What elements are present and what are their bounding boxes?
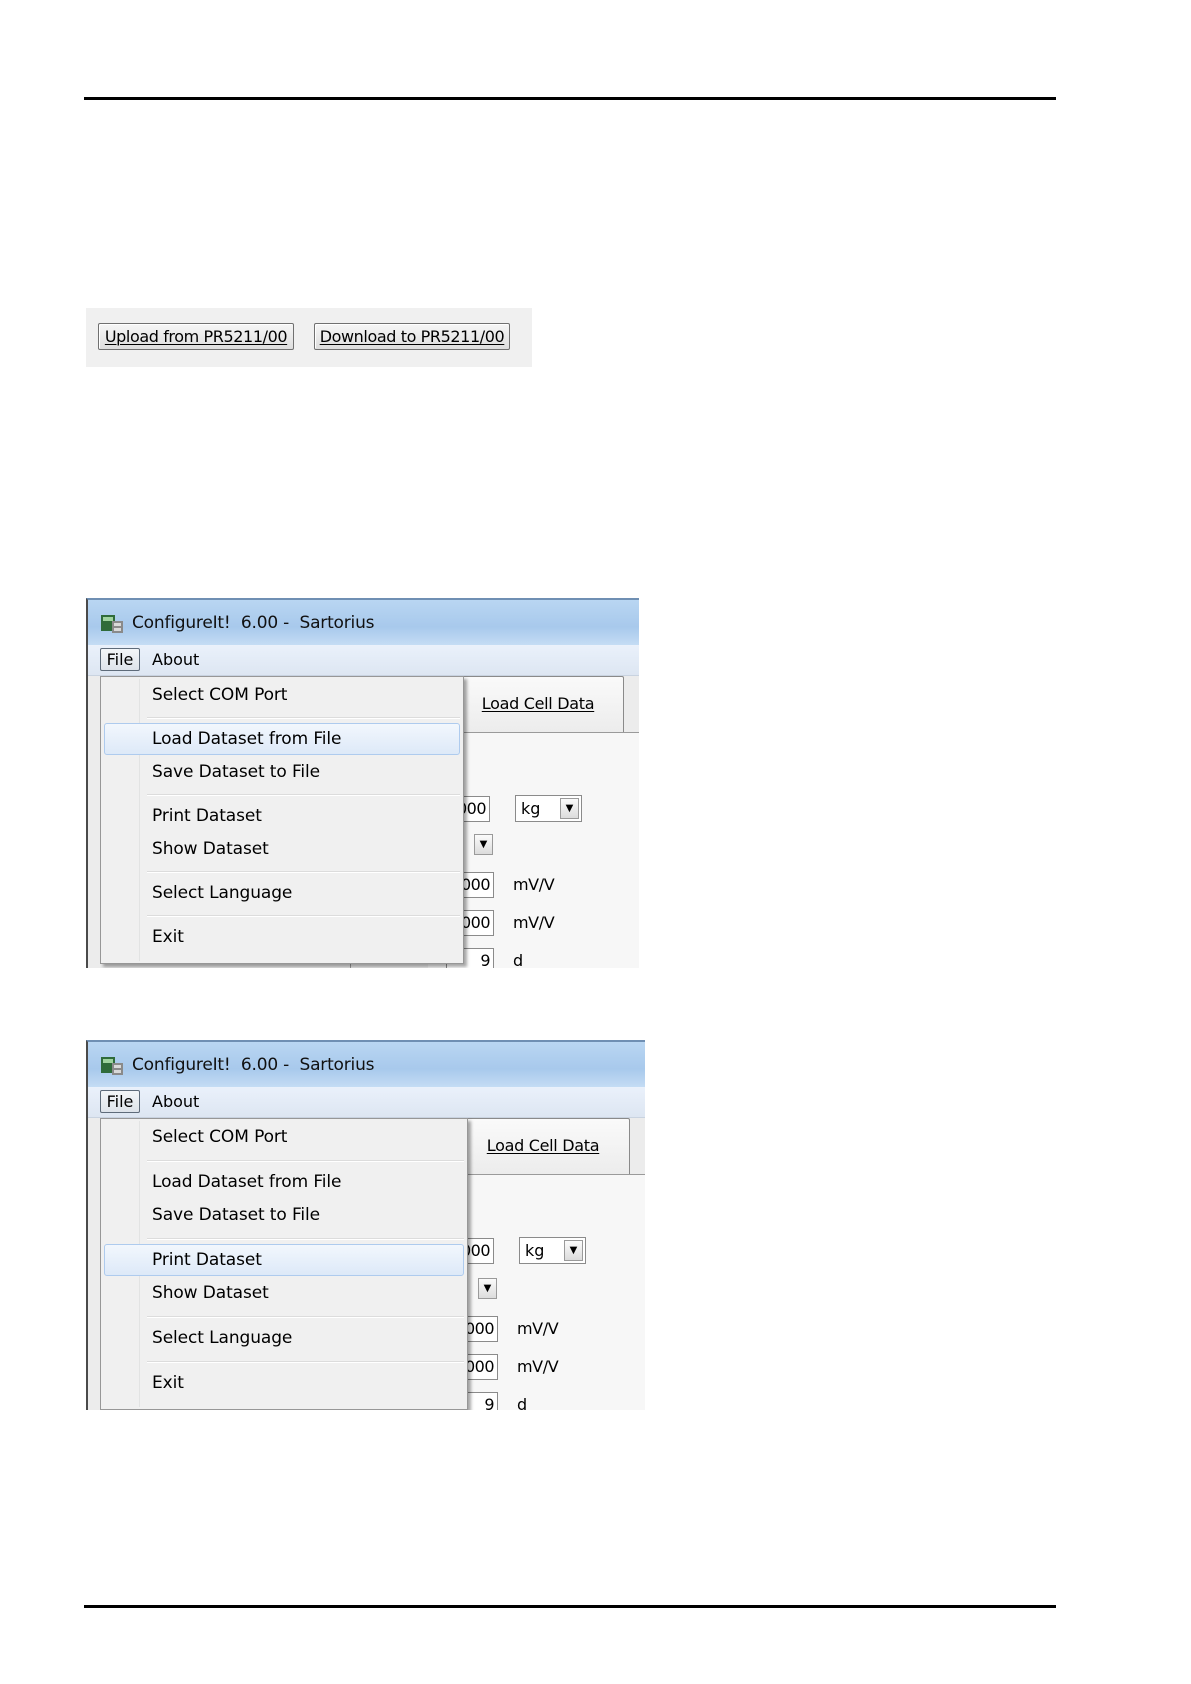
window-title: ConfigureIt! 6.00 - Sartorius bbox=[132, 613, 375, 633]
menu-separator bbox=[147, 1316, 464, 1318]
transfer-button-strip: Upload from PR5211/00 Download to PR5211… bbox=[86, 308, 532, 367]
resolution-unit: d bbox=[513, 951, 523, 968]
tab-load-cell-data[interactable]: Load Cell Data bbox=[452, 676, 624, 732]
menu-separator bbox=[147, 794, 460, 796]
menu-item-print-dataset[interactable]: Print Dataset bbox=[104, 1244, 464, 1276]
menu-bar: File About bbox=[88, 645, 639, 676]
unit-select-value: kg bbox=[521, 799, 541, 818]
unit-select[interactable]: kg ▼ bbox=[515, 795, 582, 822]
unit-select-value: kg bbox=[525, 1241, 545, 1260]
header-rule bbox=[84, 97, 1056, 100]
menu-bar: File About bbox=[88, 1087, 645, 1118]
menu-item-load-dataset[interactable]: Load Dataset from File bbox=[104, 723, 460, 755]
file-menu-dropdown: Select COM Port Load Dataset from File S… bbox=[100, 1118, 468, 1410]
download-button[interactable]: Download to PR5211/00 bbox=[314, 323, 510, 350]
menu-separator bbox=[147, 915, 460, 917]
sensitivity-unit-2: mV/V bbox=[517, 1357, 559, 1376]
sensitivity-unit-2: mV/V bbox=[513, 913, 555, 932]
menu-item-load-dataset[interactable]: Load Dataset from File bbox=[104, 1166, 464, 1198]
unit-select[interactable]: kg ▼ bbox=[519, 1237, 586, 1264]
menu-item-select-language[interactable]: Select Language bbox=[104, 877, 460, 909]
menu-item-select-language[interactable]: Select Language bbox=[104, 1322, 464, 1354]
menu-about[interactable]: About bbox=[152, 649, 199, 670]
title-bar: ConfigureIt! 6.00 - Sartorius bbox=[88, 600, 639, 645]
file-menu-dropdown: Select COM Port Load Dataset from File S… bbox=[100, 676, 464, 964]
menu-separator bbox=[147, 1361, 464, 1363]
menu-item-save-dataset[interactable]: Save Dataset to File bbox=[104, 756, 460, 788]
tab-load-cell-data[interactable]: Load Cell Data bbox=[456, 1118, 630, 1174]
configureit-window-load: ConfigureIt! 6.00 - Sartorius File About… bbox=[86, 598, 639, 968]
dropdown-arrow-icon[interactable]: ▼ bbox=[474, 834, 493, 855]
configureit-window-print: ConfigureIt! 6.00 - Sartorius File About… bbox=[86, 1040, 645, 1410]
menu-separator bbox=[147, 1238, 464, 1240]
menu-item-exit[interactable]: Exit bbox=[104, 1367, 464, 1399]
menu-item-save-dataset[interactable]: Save Dataset to File bbox=[104, 1199, 464, 1231]
configureit-app-icon bbox=[101, 615, 123, 633]
upload-button[interactable]: Upload from PR5211/00 bbox=[98, 323, 294, 350]
menu-item-show-dataset[interactable]: Show Dataset bbox=[104, 1277, 464, 1309]
menu-separator bbox=[147, 1160, 464, 1162]
menu-item-show-dataset[interactable]: Show Dataset bbox=[104, 833, 460, 865]
menu-item-select-com-port[interactable]: Select COM Port bbox=[104, 1121, 464, 1153]
menu-about[interactable]: About bbox=[152, 1091, 199, 1112]
title-bar: ConfigureIt! 6.00 - Sartorius bbox=[88, 1042, 645, 1087]
footer-rule bbox=[84, 1605, 1056, 1608]
menu-file[interactable]: File bbox=[100, 648, 140, 671]
menu-separator bbox=[147, 871, 460, 873]
resolution-unit: d bbox=[517, 1395, 527, 1410]
window-title: ConfigureIt! 6.00 - Sartorius bbox=[132, 1055, 375, 1075]
configureit-app-icon bbox=[101, 1057, 123, 1075]
dropdown-arrow-icon[interactable]: ▼ bbox=[564, 1240, 583, 1261]
sensitivity-unit-1: mV/V bbox=[513, 875, 555, 894]
menu-item-exit[interactable]: Exit bbox=[104, 921, 460, 953]
menu-file[interactable]: File bbox=[100, 1090, 140, 1113]
dropdown-arrow-icon[interactable]: ▼ bbox=[478, 1278, 497, 1299]
menu-item-print-dataset[interactable]: Print Dataset bbox=[104, 800, 460, 832]
menu-item-select-com-port[interactable]: Select COM Port bbox=[104, 679, 460, 711]
sensitivity-unit-1: mV/V bbox=[517, 1319, 559, 1338]
dropdown-arrow-icon[interactable]: ▼ bbox=[560, 798, 579, 819]
menu-separator bbox=[147, 717, 460, 719]
